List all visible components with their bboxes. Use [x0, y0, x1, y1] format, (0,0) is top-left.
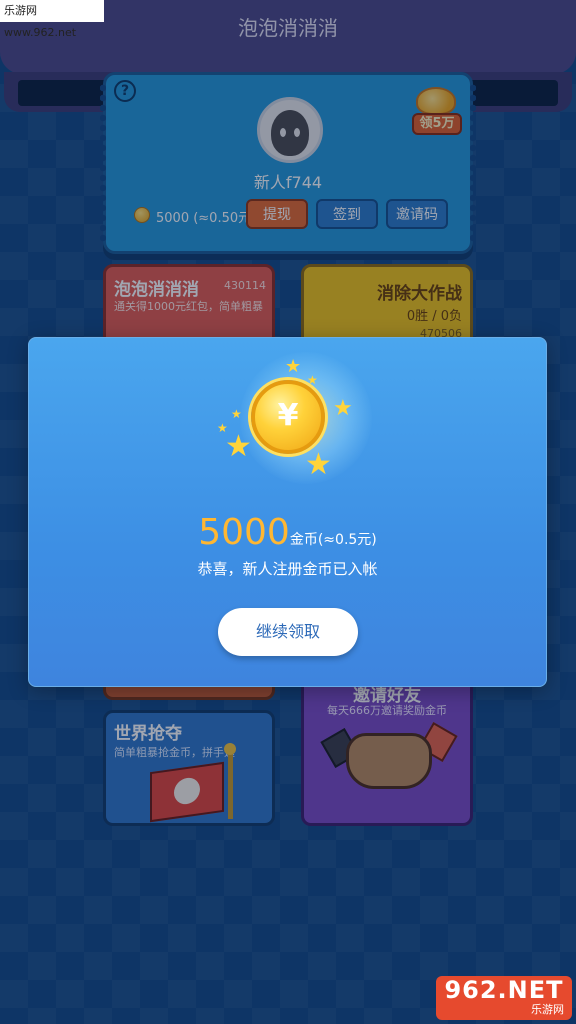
star-icon: ★ — [307, 373, 318, 387]
star-icon: ★ — [285, 356, 302, 377]
watermark-bottom: 962.NET 乐游网 — [436, 976, 572, 1020]
congrats-message: 恭喜，新人注册金币已入帐 — [197, 560, 378, 578]
star-icon: ★ — [333, 396, 353, 421]
star-icon: ★ — [225, 429, 252, 464]
star-icon: ★ — [305, 447, 332, 482]
continue-claim-button[interactable]: 继续领取 — [218, 608, 358, 656]
coin-icon: ¥ — [251, 380, 325, 454]
reward-amount-row: 5000金币(≈0.5元) — [29, 512, 546, 553]
watermark-name: 乐游网 — [531, 1003, 564, 1016]
star-icon: ★ — [231, 407, 242, 421]
watermark-logo: 962.NET — [444, 976, 564, 1004]
reward-amount: 5000 — [198, 512, 290, 553]
reward-dialog: ★ ★ ★ ★ ★ ★ ★ ¥ 5000金币(≈0.5元) 恭喜，新人注册金币已… — [28, 337, 547, 687]
watermark-top: 乐游网 www.962.net — [0, 0, 104, 39]
reward-unit: 金币(≈0.5元) — [289, 532, 377, 548]
